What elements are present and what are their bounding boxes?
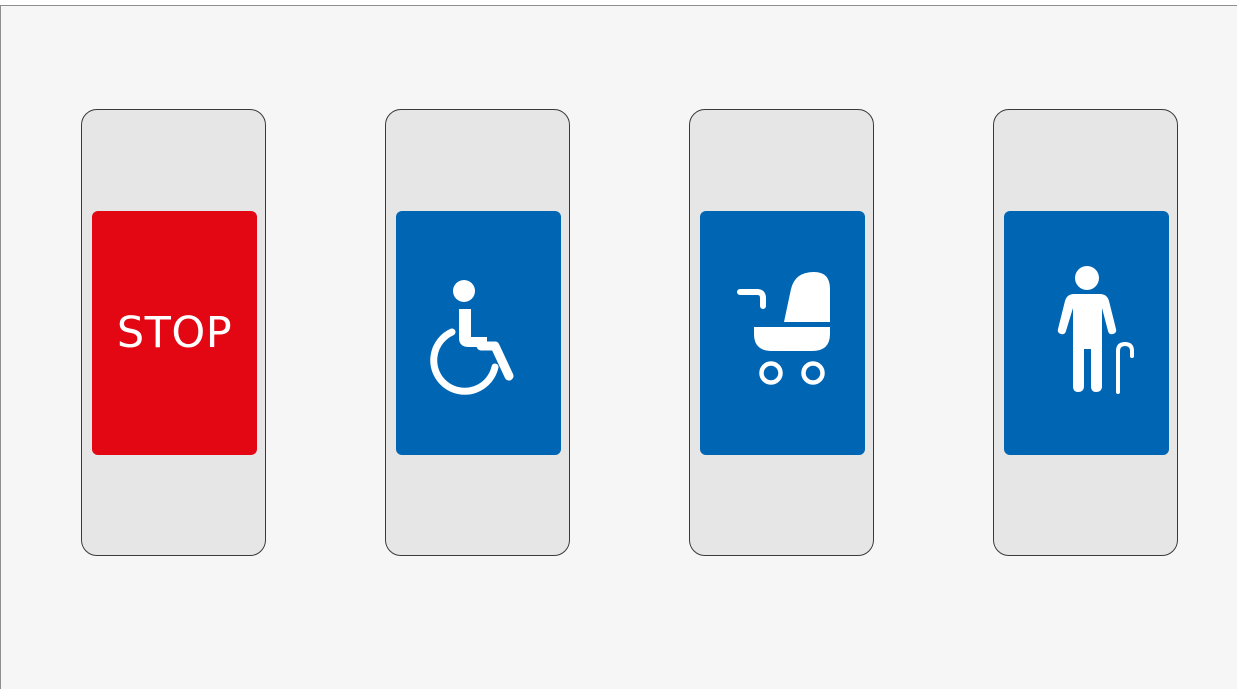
elderly-person-button[interactable] [1004, 211, 1169, 455]
stop-button-housing: STOP [81, 109, 266, 556]
stroller-button[interactable] [700, 211, 865, 455]
stop-button-label: STOP [116, 308, 233, 358]
stop-button[interactable]: STOP [92, 211, 257, 455]
elderly-person-icon [1057, 266, 1134, 394]
elderly-button-housing [993, 109, 1178, 556]
stroller-icon [736, 272, 830, 385]
stroller-button-housing [689, 109, 874, 556]
wheelchair-icon [429, 280, 513, 395]
wheelchair-button-housing [385, 109, 570, 556]
wheelchair-button[interactable] [396, 211, 561, 455]
